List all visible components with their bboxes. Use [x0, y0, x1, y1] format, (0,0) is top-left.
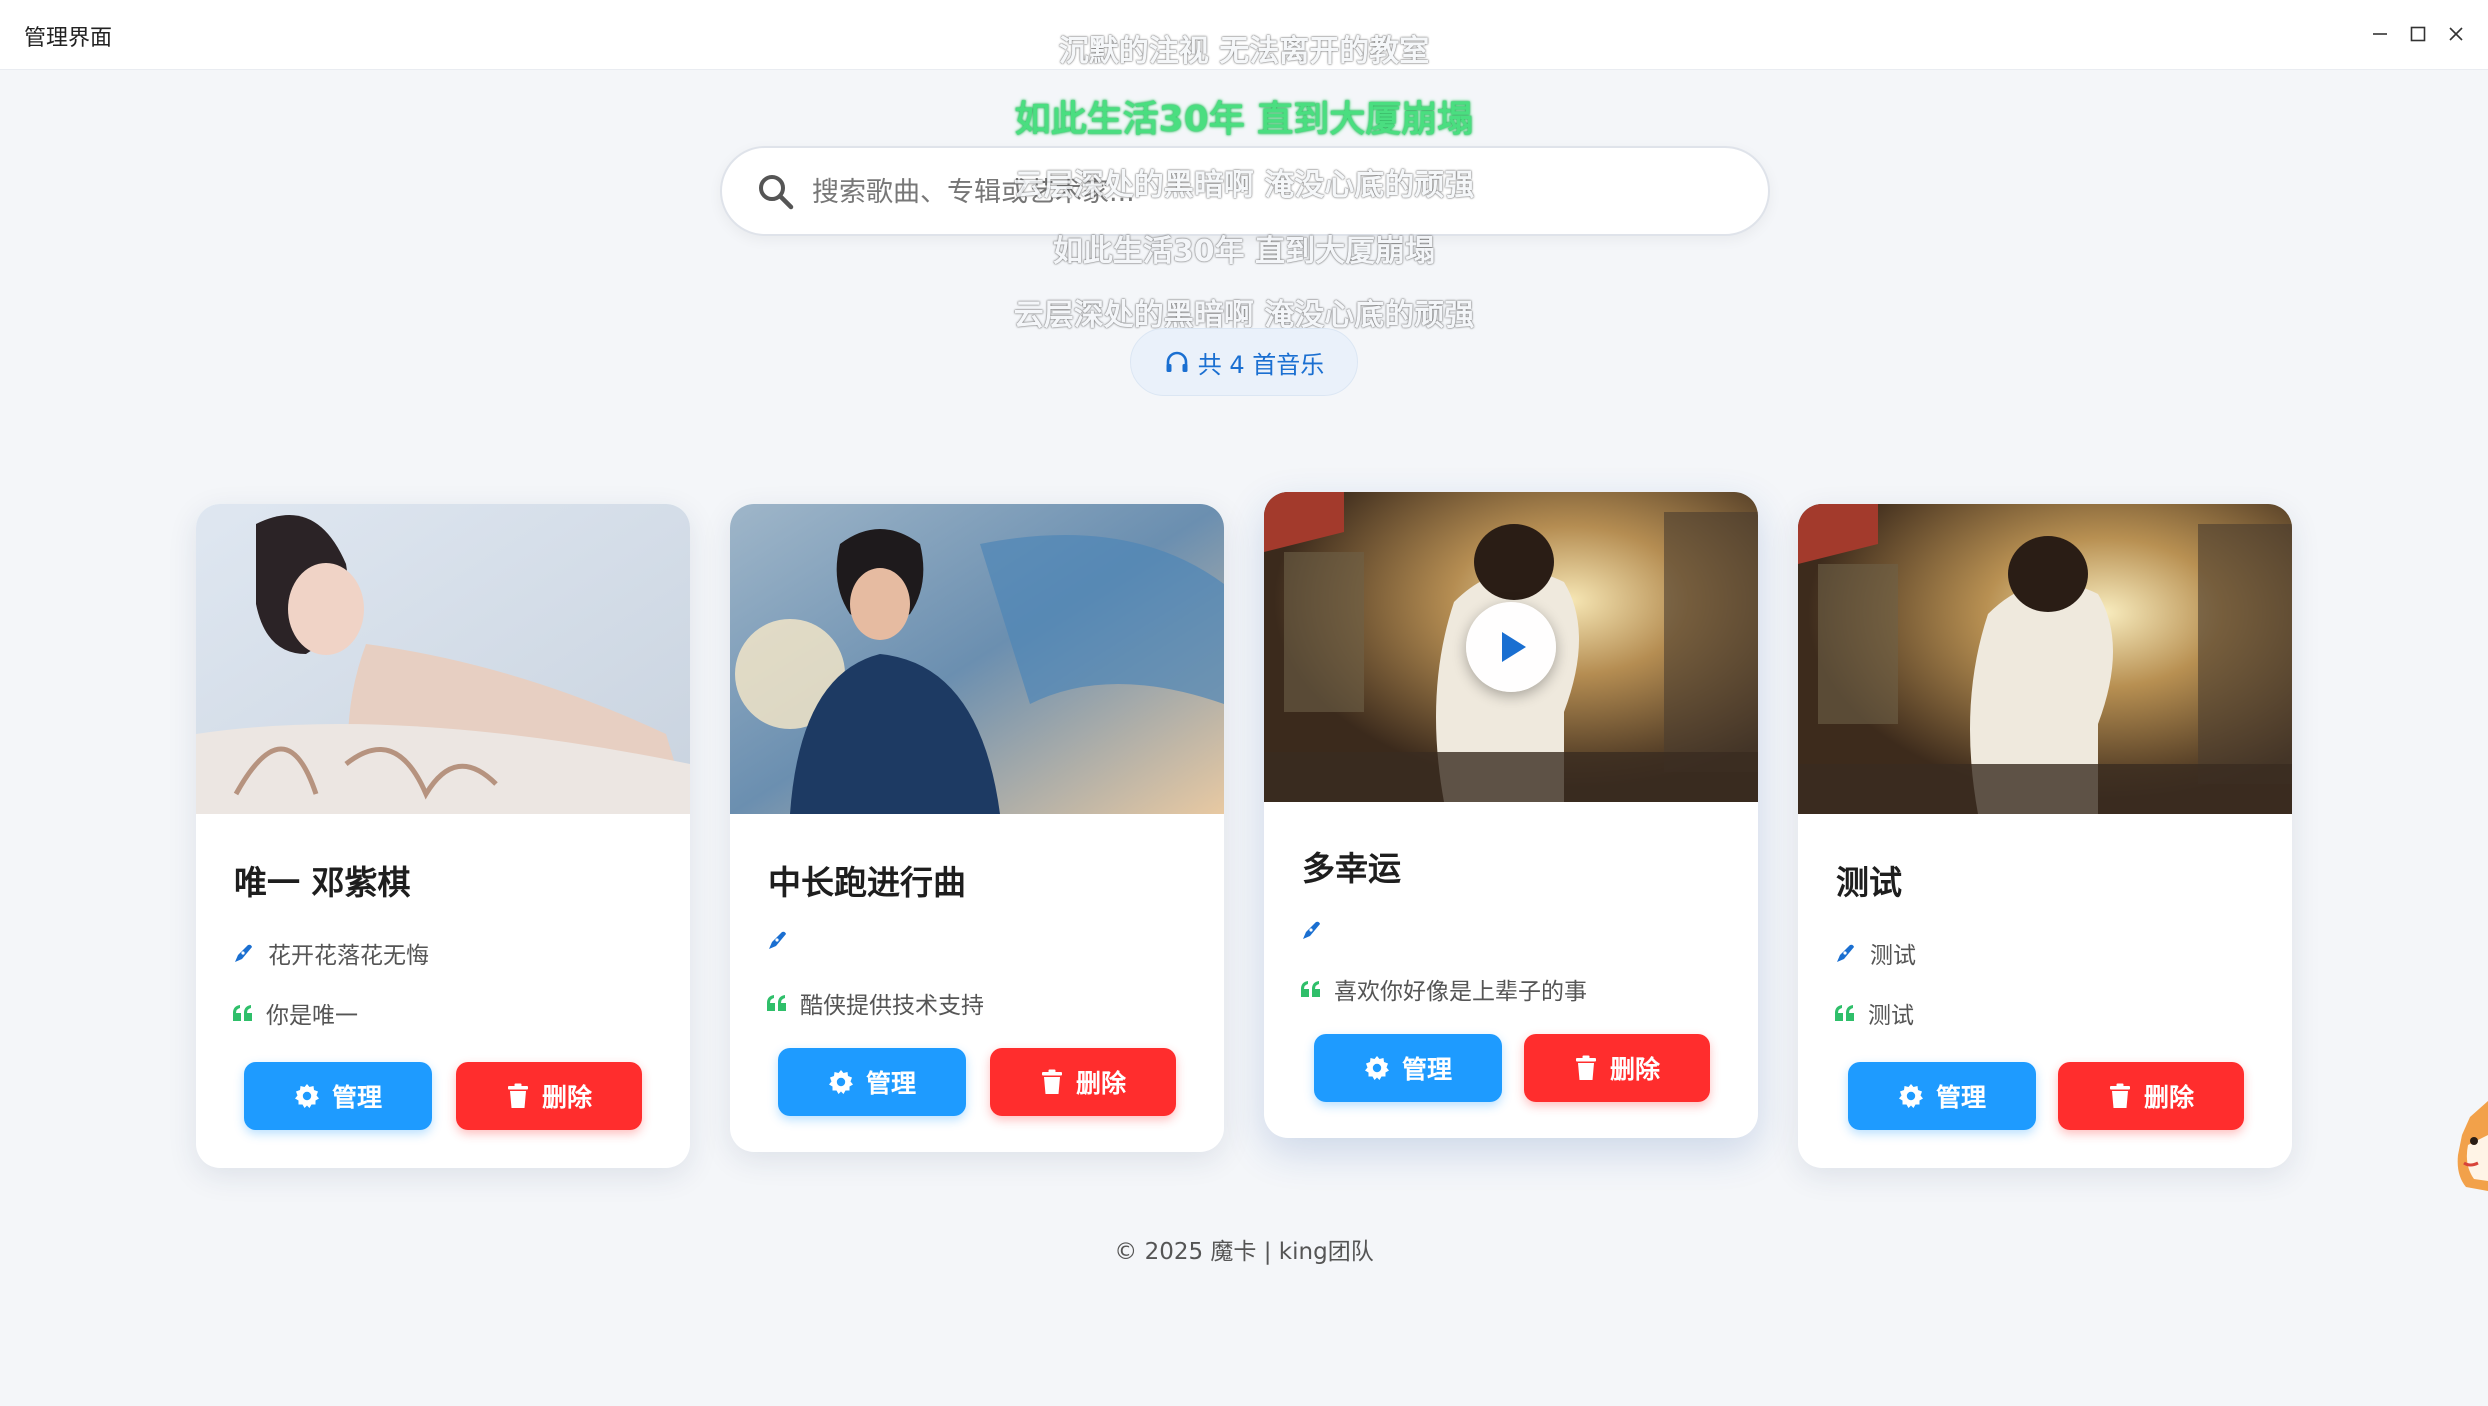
song-quote: 你是唯一 — [266, 1003, 358, 1029]
minimize-button[interactable] — [2360, 16, 2400, 52]
pen-icon — [1303, 921, 1320, 939]
song-quote: 喜欢你好像是上辈子的事 — [1334, 979, 1587, 1005]
quote-icon — [233, 1005, 252, 1021]
gear-icon — [294, 1084, 319, 1108]
delete-label: 删除 — [541, 1083, 592, 1112]
album-cover[interactable] — [1264, 492, 1758, 802]
mascot-fox-icon[interactable] — [2452, 1095, 2488, 1195]
album-cover-image — [730, 504, 1224, 814]
artist-name: 花开花落花无悔 — [268, 943, 429, 969]
gear-icon — [1364, 1056, 1389, 1080]
delete-button[interactable]: 删除 — [990, 1048, 1176, 1116]
album-cover[interactable] — [1798, 504, 2292, 814]
window-title: 管理界面 — [24, 26, 113, 51]
quote-row: 你是唯一 — [232, 996, 358, 1030]
song-title: 测试 — [1836, 863, 1902, 902]
delete-label: 删除 — [1609, 1055, 1660, 1084]
manage-label: 管理 — [1935, 1083, 1986, 1112]
minimize-icon — [2373, 33, 2387, 35]
pen-icon — [769, 931, 786, 949]
artist-row — [1300, 918, 1336, 942]
artist-row — [766, 928, 802, 952]
play-icon — [1502, 632, 1526, 662]
window-titlebar: 管理界面 — [0, 0, 2488, 70]
pen-icon — [235, 944, 252, 962]
footer-copyright: © 2025 魔卡 | king团队 — [1114, 1239, 1374, 1265]
trash-icon — [1575, 1055, 1596, 1080]
music-count-badge: 共 4 首音乐 — [1130, 328, 1358, 396]
delete-label: 删除 — [2143, 1083, 2194, 1112]
artist-row: 花开花落花无悔 — [232, 936, 429, 970]
search-bar[interactable] — [720, 146, 1770, 236]
music-count-label: 共 4 首音乐 — [1197, 350, 1325, 379]
album-cover-image — [196, 504, 690, 814]
delete-button[interactable]: 删除 — [456, 1062, 642, 1130]
music-card[interactable]: 唯一 邓紫棋 花开花落花无悔 你是唯一 管理 删除 — [196, 504, 690, 1168]
trash-icon — [2109, 1083, 2130, 1108]
delete-button[interactable]: 删除 — [2058, 1062, 2244, 1130]
search-icon — [756, 172, 796, 212]
manage-label: 管理 — [865, 1069, 916, 1098]
close-icon — [2449, 27, 2463, 41]
album-cover[interactable] — [730, 504, 1224, 814]
close-button[interactable] — [2436, 16, 2476, 52]
manage-button[interactable]: 管理 — [778, 1048, 966, 1116]
music-card[interactable]: 多幸运 喜欢你好像是上辈子的事 管理 删除 — [1264, 492, 1758, 1138]
gear-icon — [1898, 1084, 1923, 1108]
quote-row: 喜欢你好像是上辈子的事 — [1300, 972, 1587, 1006]
quote-row: 测试 — [1834, 996, 1914, 1030]
song-quote: 测试 — [1868, 1003, 1914, 1029]
quote-row: 酷侠提供技术支持 — [766, 986, 984, 1020]
search-input[interactable] — [812, 168, 1732, 216]
music-card[interactable]: 测试 测试 测试 管理 删除 — [1798, 504, 2292, 1168]
trash-icon — [1041, 1069, 1062, 1094]
maximize-button[interactable] — [2398, 16, 2438, 52]
song-title: 多幸运 — [1302, 849, 1401, 888]
lyric-line-current: 如此生活30年 直到大厦崩塌 — [1014, 99, 1474, 140]
pen-icon — [1837, 944, 1854, 962]
play-button[interactable] — [1466, 602, 1556, 692]
quote-icon — [1301, 981, 1320, 997]
delete-label: 删除 — [1075, 1069, 1126, 1098]
headphones-icon — [1166, 351, 1188, 372]
artist-name: 测试 — [1870, 943, 1916, 969]
album-cover[interactable] — [196, 504, 690, 814]
quote-icon — [1835, 1005, 1854, 1021]
delete-button[interactable]: 删除 — [1524, 1034, 1710, 1102]
gear-icon — [828, 1070, 853, 1094]
maximize-icon — [2410, 26, 2426, 42]
manage-label: 管理 — [331, 1083, 382, 1112]
music-card[interactable]: 中长跑进行曲 酷侠提供技术支持 管理 删除 — [730, 504, 1224, 1152]
manage-button[interactable]: 管理 — [244, 1062, 432, 1130]
manage-label: 管理 — [1401, 1055, 1452, 1084]
album-cover-image — [1798, 504, 2292, 814]
quote-icon — [767, 995, 786, 1011]
manage-button[interactable]: 管理 — [1848, 1062, 2036, 1130]
manage-button[interactable]: 管理 — [1314, 1034, 1502, 1102]
song-title: 唯一 邓紫棋 — [234, 863, 411, 902]
trash-icon — [507, 1083, 528, 1108]
song-quote: 酷侠提供技术支持 — [800, 993, 984, 1019]
artist-row: 测试 — [1834, 936, 1916, 970]
song-title: 中长跑进行曲 — [768, 863, 966, 902]
